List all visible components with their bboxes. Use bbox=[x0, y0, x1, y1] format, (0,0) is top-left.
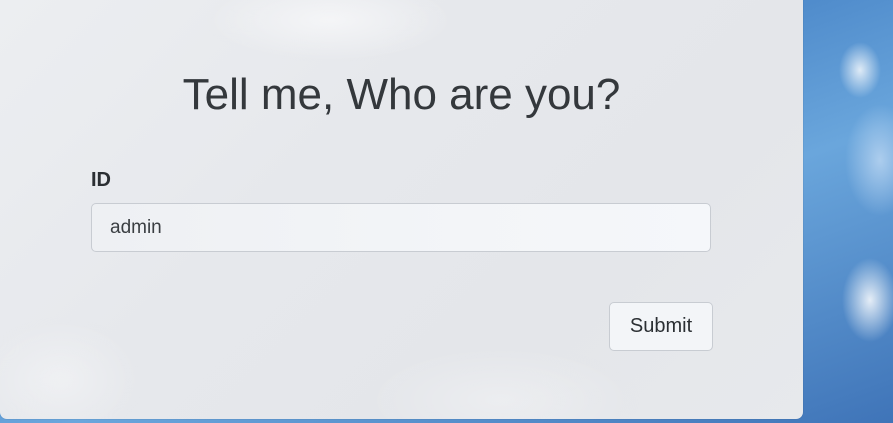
page-title: Tell me, Who are you? bbox=[182, 70, 621, 119]
submit-button[interactable]: Submit bbox=[609, 302, 713, 351]
id-input[interactable] bbox=[91, 203, 711, 252]
login-panel: Tell me, Who are you? ID Submit bbox=[0, 0, 803, 419]
id-label: ID bbox=[91, 169, 111, 191]
